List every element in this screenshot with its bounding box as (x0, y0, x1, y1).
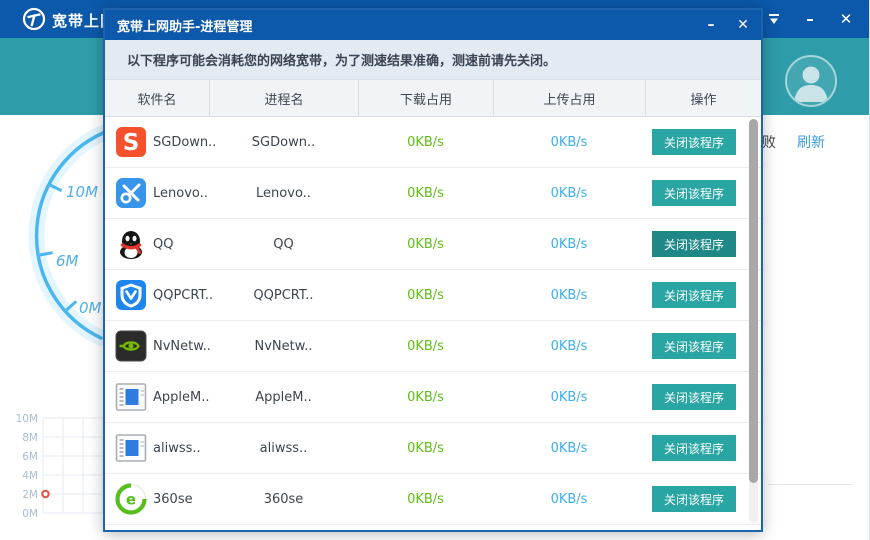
process-name: AppleM.. (209, 390, 358, 405)
upload-usage: 0KB/s (493, 390, 645, 405)
qqpcrt-app-icon (115, 279, 147, 311)
column-header-download: 下载占用 (358, 80, 493, 116)
chart-ylabel: 10M (16, 413, 38, 425)
upload-usage: 0KB/s (493, 186, 645, 201)
dialog-title: 宽带上网助手-进程管理 (117, 16, 252, 35)
download-usage: 0KB/s (358, 237, 493, 252)
nvidia-app-icon (115, 330, 147, 362)
main-close-button[interactable]: ✕ (835, 8, 857, 30)
upload-usage: 0KB/s (493, 135, 645, 150)
upload-usage: 0KB/s (493, 492, 645, 507)
app-logo-icon (22, 7, 46, 31)
lenovo-app-icon (115, 177, 147, 209)
software-name: QQPCRT.. (153, 288, 213, 303)
chart-ylabel: 0M (22, 508, 38, 520)
scrollbar-thumb[interactable] (749, 119, 758, 483)
process-row: AppleM..AppleM..0KB/s0KB/s关闭该程序 (105, 372, 761, 423)
winapp-app-icon (115, 432, 147, 464)
process-row: e360se360se0KB/s0KB/s关闭该程序 (105, 474, 761, 525)
process-manager-dialog: 宽带上网助手-进程管理 – ✕ 以下程序可能会消耗您的网络宽带，为了测速结果准确… (103, 8, 763, 532)
winapp-app-icon (115, 381, 147, 413)
gauge-label-6m: 6M (56, 252, 79, 270)
close-program-button[interactable]: 关闭该程序 (652, 435, 736, 461)
download-usage: 0KB/s (358, 186, 493, 201)
column-header-software: 软件名 (105, 80, 209, 116)
download-usage: 0KB/s (358, 288, 493, 303)
column-header-upload: 上传占用 (493, 80, 645, 116)
chart-ylabel: 4M (22, 470, 38, 482)
speed-history-chart: 10M 8M 6M 4M 2M 0M (0, 403, 110, 535)
process-name: QQPCRT.. (209, 288, 358, 303)
upload-usage: 0KB/s (493, 441, 645, 456)
svg-text:e: e (126, 491, 136, 509)
software-name: QQ (153, 237, 173, 252)
main-window: 宽带上网 – ✕ 10M 6M 0M (0, 0, 870, 540)
process-name: QQ (209, 237, 358, 252)
upload-usage: 0KB/s (493, 237, 645, 252)
chart-ylabel: 2M (22, 489, 38, 501)
gauge-label-0m: 0M (79, 299, 102, 317)
process-row: SSGDown..SGDown..0KB/s0KB/s关闭该程序 (105, 117, 761, 168)
process-name: 360se (209, 492, 358, 507)
svg-text:S: S (123, 130, 140, 156)
process-row: QQPCRT..QQPCRT..0KB/s0KB/s关闭该程序 (105, 270, 761, 321)
status-text-partial: 败 (762, 132, 776, 152)
dialog-controls: – ✕ (701, 10, 753, 40)
process-name: SGDown.. (209, 135, 358, 150)
speed-gauge: 10M 6M 0M (0, 125, 110, 347)
table-header: 软件名 进程名 下载占用 上传占用 操作 (105, 80, 761, 117)
gauge-label-10m: 10M (66, 183, 98, 201)
download-usage: 0KB/s (358, 135, 493, 150)
close-program-button[interactable]: 关闭该程序 (652, 129, 736, 155)
process-row: aliwss..aliwss..0KB/s0KB/s关闭该程序 (105, 423, 761, 474)
process-row: NvNetw..NvNetw..0KB/s0KB/s关闭该程序 (105, 321, 761, 372)
dialog-titlebar: 宽带上网助手-进程管理 – ✕ (105, 10, 761, 40)
qq-app-icon (115, 228, 147, 260)
download-usage: 0KB/s (358, 390, 493, 405)
process-table: SSGDown..SGDown..0KB/s0KB/s关闭该程序Lenovo..… (105, 117, 761, 525)
notice-bar: 以下程序可能会消耗您的网络宽带，为了测速结果准确，测速前请先关闭。 (105, 40, 761, 80)
dialog-close-button[interactable]: ✕ (733, 15, 753, 35)
chart-ylabel: 6M (22, 451, 38, 463)
software-name: Lenovo.. (153, 186, 208, 201)
upload-usage: 0KB/s (493, 288, 645, 303)
download-usage: 0KB/s (358, 492, 493, 507)
close-program-button[interactable]: 关闭该程序 (652, 384, 736, 410)
download-usage: 0KB/s (358, 441, 493, 456)
avatar[interactable] (784, 54, 838, 108)
chart-marker-dot (42, 491, 48, 497)
close-program-button[interactable]: 关闭该程序 (652, 333, 736, 359)
refresh-link[interactable]: 刷新 (797, 132, 825, 152)
close-program-button[interactable]: 关闭该程序 (652, 180, 736, 206)
process-name: Lenovo.. (209, 186, 358, 201)
dialog-scrollbar (749, 119, 758, 523)
window-controls: – ✕ (763, 0, 857, 38)
close-program-button[interactable]: 关闭该程序 (652, 486, 736, 512)
dropdown-caret-icon[interactable] (763, 8, 785, 30)
upload-usage: 0KB/s (493, 339, 645, 354)
software-name: NvNetw.. (153, 339, 211, 354)
software-name: aliwss.. (153, 441, 201, 456)
process-name: NvNetw.. (209, 339, 358, 354)
process-name: aliwss.. (209, 441, 358, 456)
close-program-button[interactable]: 关闭该程序 (652, 282, 736, 308)
close-program-button[interactable]: 关闭该程序 (652, 231, 736, 257)
download-usage: 0KB/s (358, 339, 493, 354)
divider (768, 484, 852, 485)
process-row: Lenovo..Lenovo..0KB/s0KB/s关闭该程序 (105, 168, 761, 219)
column-header-process: 进程名 (209, 80, 358, 116)
software-name: 360se (153, 492, 193, 507)
sgdown-app-icon: S (115, 126, 147, 158)
software-name: AppleM.. (153, 390, 210, 405)
software-name: SGDown.. (153, 135, 216, 150)
chart-ylabel: 8M (22, 432, 38, 444)
column-header-action: 操作 (645, 80, 761, 116)
main-minimize-button[interactable]: – (799, 8, 821, 30)
process-row: QQQQ0KB/s0KB/s关闭该程序 (105, 219, 761, 270)
se360-app-icon: e (115, 483, 147, 515)
dialog-minimize-button[interactable]: – (701, 15, 721, 35)
